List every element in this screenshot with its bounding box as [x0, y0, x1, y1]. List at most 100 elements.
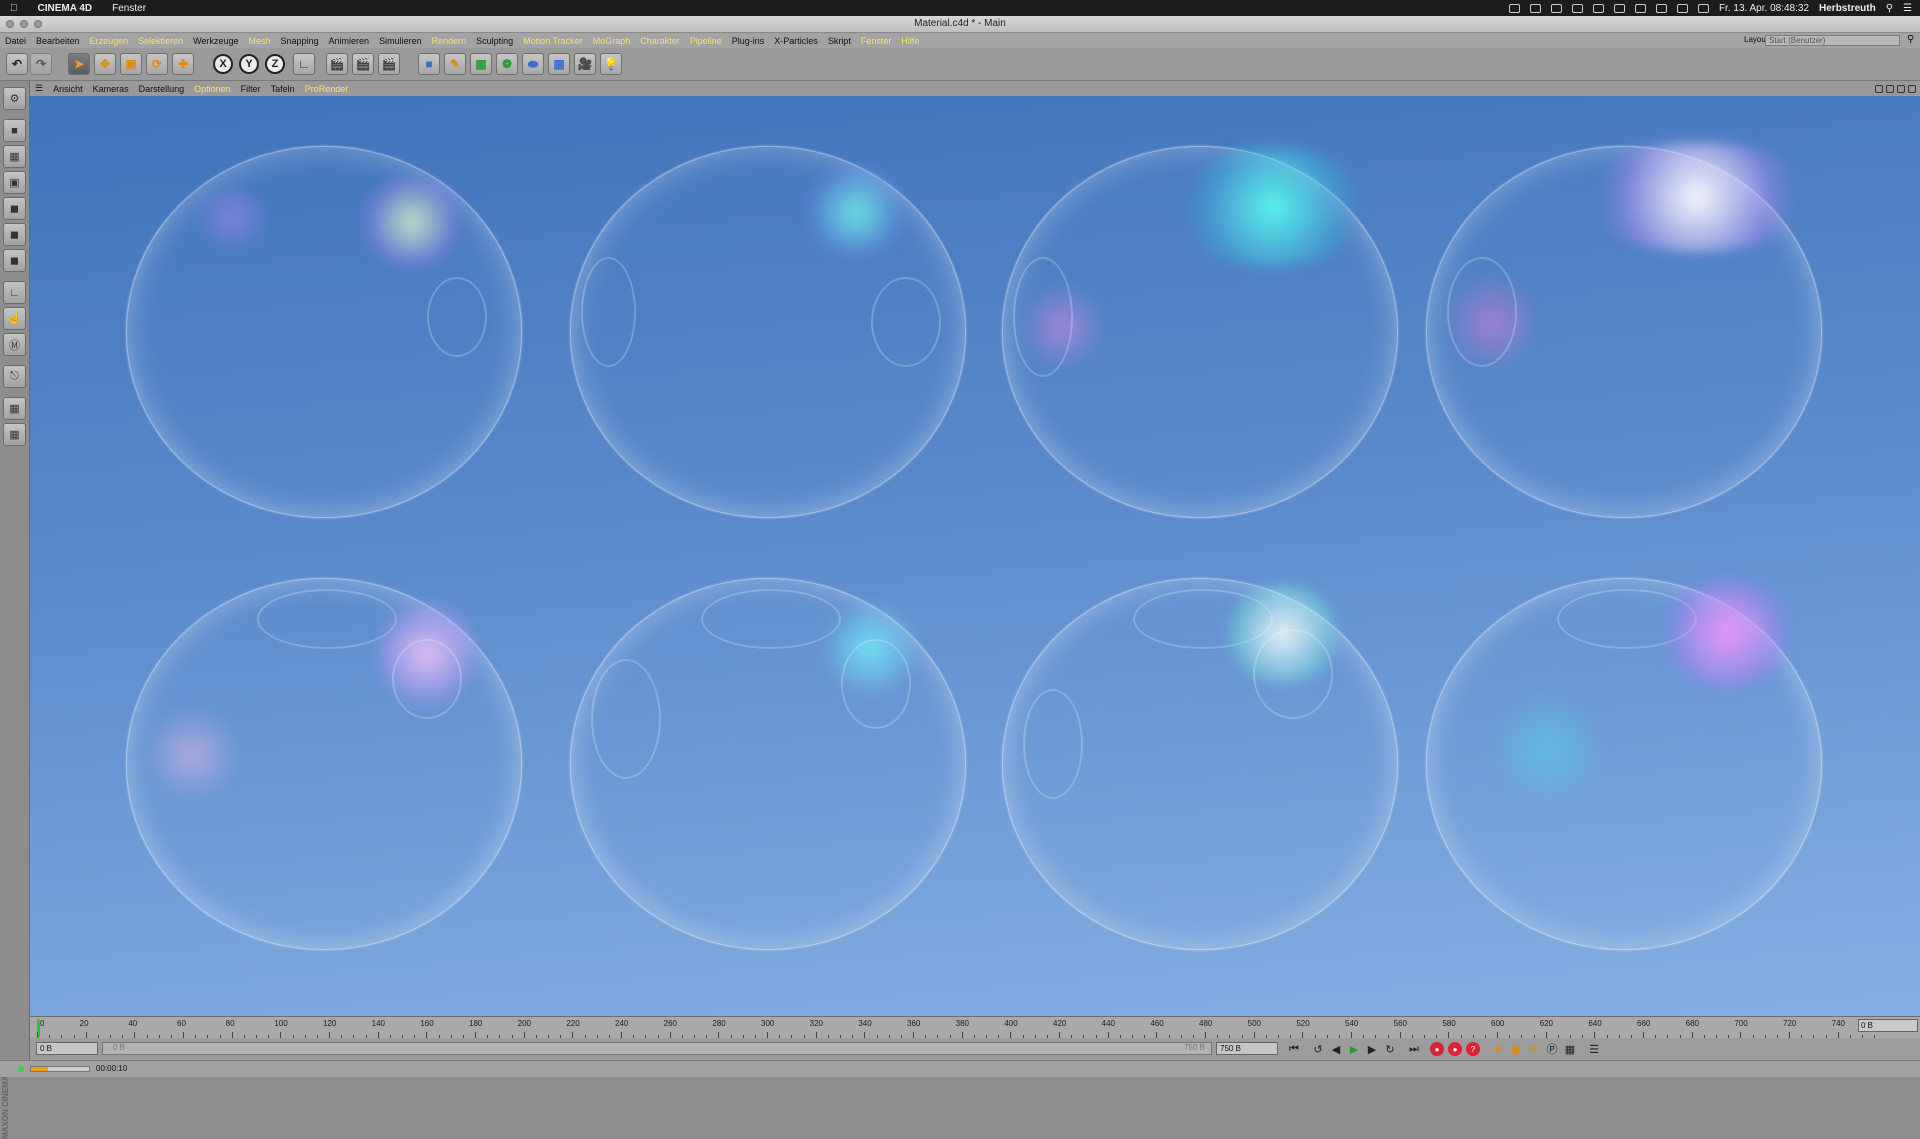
- undo-button[interactable]: ↶: [6, 53, 28, 75]
- timeline-menu-icon[interactable]: ☰: [1586, 1041, 1602, 1057]
- polygons-mode-button[interactable]: ◼: [3, 249, 26, 272]
- app-menu-rendern[interactable]: Rendern: [427, 36, 472, 46]
- autokeying-button[interactable]: ●: [1448, 1042, 1462, 1056]
- cloud-icon[interactable]: [1529, 3, 1541, 13]
- app-menu-motion-tracker[interactable]: Motion Tracker: [518, 36, 588, 46]
- camera-object-button[interactable]: 🎥: [574, 53, 596, 75]
- app-menu-bearbeiten[interactable]: Bearbeiten: [31, 36, 85, 46]
- keyframe-selection-button[interactable]: ?: [1466, 1042, 1480, 1056]
- snapping-button[interactable]: ⎋: [3, 365, 26, 388]
- shield-icon[interactable]: [1550, 3, 1562, 13]
- dropbox-icon[interactable]: [1508, 3, 1520, 13]
- render-picture-viewer-button[interactable]: 🎬: [352, 53, 374, 75]
- record-scale-button[interactable]: ▣: [1508, 1041, 1524, 1057]
- floor-object-button[interactable]: ▦: [548, 53, 570, 75]
- app-menu-mograph[interactable]: MoGraph: [588, 36, 636, 46]
- view-menu-kameras[interactable]: Kameras: [88, 84, 134, 94]
- viewport-zoom-icon[interactable]: [1886, 84, 1894, 93]
- clock[interactable]: Fr. 13. Apr. 08:48:32: [1719, 3, 1809, 14]
- app-menu-sculpting[interactable]: Sculpting: [471, 36, 518, 46]
- app-menu-simulieren[interactable]: Simulieren: [374, 36, 427, 46]
- screen-icon[interactable]: [1613, 3, 1625, 13]
- make-editable-button[interactable]: ⚙: [3, 87, 26, 110]
- workplane-mode-button[interactable]: ▣: [3, 171, 26, 194]
- record-rotation-button[interactable]: ⟳: [1526, 1041, 1542, 1057]
- tweak-mode-button[interactable]: ☝: [3, 307, 26, 330]
- view-menu-ansicht[interactable]: Ansicht: [48, 84, 88, 94]
- record-point-level-button[interactable]: ▦: [1562, 1041, 1578, 1057]
- previous-key-button[interactable]: ↺: [1310, 1041, 1326, 1057]
- view-menu-darstellung[interactable]: Darstellung: [134, 84, 190, 94]
- pen-spline-button[interactable]: ✎: [444, 53, 466, 75]
- z-axis-lock-button[interactable]: Z: [265, 54, 285, 74]
- move-tool[interactable]: ✥: [94, 53, 116, 75]
- app-menu-erzeugen[interactable]: Erzeugen: [85, 36, 134, 46]
- apple-icon[interactable]: : [0, 3, 28, 14]
- next-key-button[interactable]: ↻: [1382, 1041, 1398, 1057]
- app-menu-datei[interactable]: Datei: [0, 36, 31, 46]
- app-menu-animieren[interactable]: Animieren: [324, 36, 375, 46]
- light-object-button[interactable]: 💡: [600, 53, 622, 75]
- points-mode-button[interactable]: ◼: [3, 197, 26, 220]
- view-menu-tafeln[interactable]: Tafeln: [266, 84, 300, 94]
- grid-lock-button[interactable]: ▦: [3, 423, 26, 446]
- notification-icon[interactable]: [1571, 3, 1583, 13]
- go-to-start-button[interactable]: ⏮: [1286, 1041, 1302, 1057]
- previous-frame-button[interactable]: ◀: [1328, 1041, 1344, 1057]
- volume-icon[interactable]: [1697, 3, 1709, 13]
- subdivision-surface-button[interactable]: ▩: [470, 53, 492, 75]
- live-selection-tool[interactable]: ➤: [68, 53, 90, 75]
- user-name[interactable]: Herbstreuth: [1819, 3, 1876, 14]
- view-menu-filter[interactable]: Filter: [236, 84, 266, 94]
- next-frame-button[interactable]: ▶: [1364, 1041, 1380, 1057]
- edges-mode-button[interactable]: ◼: [3, 223, 26, 246]
- go-to-end-button[interactable]: ⏭: [1406, 1041, 1422, 1057]
- coordinate-system-button[interactable]: ∟: [293, 53, 315, 75]
- axis-mode-button[interactable]: ∟: [3, 281, 26, 304]
- app-menu-snapping[interactable]: Snapping: [276, 36, 324, 46]
- solo-mode-button[interactable]: Ⓜ: [3, 333, 26, 356]
- viewport-rotate-icon[interactable]: [1897, 84, 1905, 93]
- layout-select[interactable]: Start (Benutzer): [1765, 35, 1900, 46]
- bluetooth-icon[interactable]: [1655, 3, 1667, 13]
- array-generator-button[interactable]: ❁: [496, 53, 518, 75]
- spotlight-search-icon[interactable]: ⚲: [1886, 3, 1893, 14]
- app-menu-selektieren[interactable]: Selektieren: [133, 36, 188, 46]
- viewport-move-icon[interactable]: [1875, 84, 1883, 93]
- record-position-button[interactable]: ✥: [1490, 1041, 1506, 1057]
- display-icon[interactable]: [1592, 3, 1604, 13]
- view-menu-prorender[interactable]: ProRender: [300, 84, 354, 94]
- notification-center-icon[interactable]: ☰: [1903, 3, 1912, 14]
- texture-mode-button[interactable]: ▦: [3, 145, 26, 168]
- record-active-objects-button[interactable]: ●: [1430, 1042, 1444, 1056]
- max-time-field[interactable]: 750 B: [1216, 1042, 1278, 1055]
- viewport-maximize-icon[interactable]: [1908, 84, 1916, 93]
- current-frame-display[interactable]: 0 B: [1858, 1019, 1918, 1032]
- app-menu-hilfe[interactable]: Hilfe: [896, 36, 924, 46]
- record-parameter-button[interactable]: Ⓟ: [1544, 1041, 1560, 1057]
- app-menu-fenster[interactable]: Fenster: [856, 36, 897, 46]
- app-menu-pipeline[interactable]: Pipeline: [685, 36, 727, 46]
- model-mode-button[interactable]: ■: [3, 119, 26, 142]
- play-forward-button[interactable]: ▶: [1346, 1041, 1362, 1057]
- app-menu-charakter[interactable]: Charakter: [635, 36, 685, 46]
- rotate-tool[interactable]: ⟳: [146, 53, 168, 75]
- view-menu-optionen[interactable]: Optionen: [189, 84, 236, 94]
- system-menu-fenster[interactable]: Fenster: [102, 3, 156, 14]
- workplane-lock-button[interactable]: ▦: [3, 397, 26, 420]
- cube-object-button[interactable]: ■: [418, 53, 440, 75]
- scale-tool[interactable]: ▣: [120, 53, 142, 75]
- search-icon[interactable]: ⚲: [1907, 34, 1914, 45]
- time-machine-icon[interactable]: [1634, 3, 1646, 13]
- redo-button[interactable]: ↷: [30, 53, 52, 75]
- app-menu-werkzeuge[interactable]: Werkzeuge: [188, 36, 243, 46]
- app-menu-x-particles[interactable]: X-Particles: [769, 36, 823, 46]
- app-menu-skript[interactable]: Skript: [823, 36, 856, 46]
- app-name-menu[interactable]: CINEMA 4D: [28, 3, 103, 14]
- preview-range-slider[interactable]: 0 B 750 B: [102, 1042, 1212, 1055]
- render-view-button[interactable]: 🎬: [326, 53, 348, 75]
- timeline-ruler[interactable]: 0 20 40 60 80 100 120 140 160 180 200 220 240 260 280 3…: [30, 1016, 1920, 1038]
- app-menu-plug-ins[interactable]: Plug-ins: [727, 36, 770, 46]
- y-axis-lock-button[interactable]: Y: [239, 54, 259, 74]
- app-menu-mesh[interactable]: Mesh: [243, 36, 275, 46]
